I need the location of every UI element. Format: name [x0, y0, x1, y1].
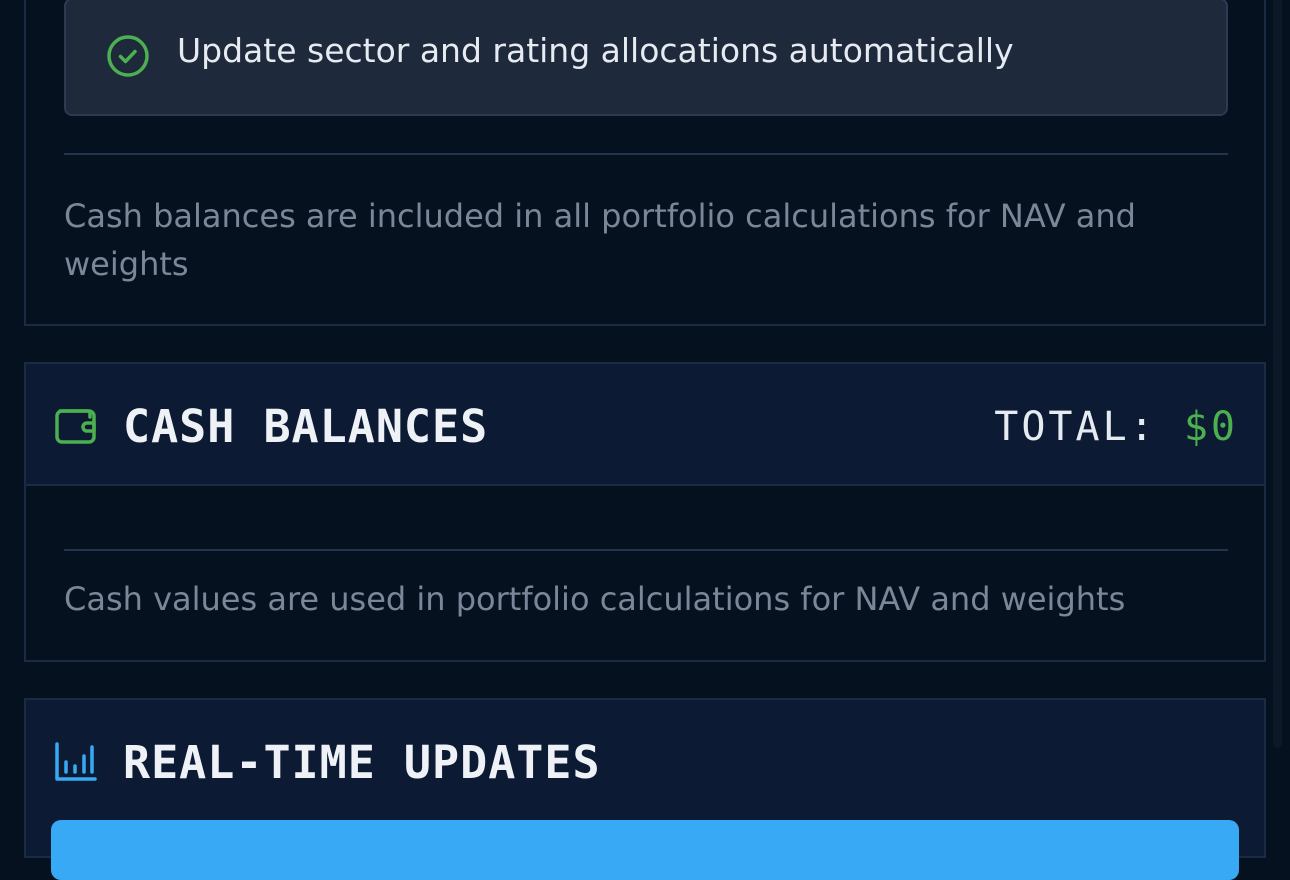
realtime-updates-card: REAL-TIME UPDATES	[24, 698, 1266, 880]
cash-included-note: Cash balances are included in all portfo…	[64, 197, 1136, 283]
cash-values-note: Cash values are used in portfolio calcul…	[64, 580, 1126, 618]
portfolio-settings-card: Update sector and rating allocations aut…	[24, 0, 1266, 326]
auto-update-text: Update sector and rating allocations aut…	[177, 31, 1014, 70]
realtime-updates-title: REAL-TIME UPDATES	[123, 736, 601, 789]
cash-balances-card: CASH BALANCES TOTAL: $0 Cash values are …	[24, 362, 1266, 662]
divider	[64, 549, 1228, 551]
cash-balances-header: CASH BALANCES TOTAL: $0	[26, 364, 1264, 486]
realtime-action-button[interactable]	[51, 820, 1239, 880]
cash-total-value: $0	[1183, 404, 1238, 450]
cash-total-label: TOTAL:	[994, 404, 1157, 450]
cash-total: TOTAL: $0	[994, 404, 1238, 450]
bar-chart-icon	[55, 742, 97, 781]
auto-update-notice: Update sector and rating allocations aut…	[64, 0, 1228, 116]
cash-balances-title: CASH BALANCES	[123, 400, 489, 453]
divider	[64, 153, 1228, 155]
wallet-icon	[55, 409, 96, 444]
check-circle-icon	[107, 35, 149, 77]
scrollbar[interactable]	[1273, 0, 1282, 748]
